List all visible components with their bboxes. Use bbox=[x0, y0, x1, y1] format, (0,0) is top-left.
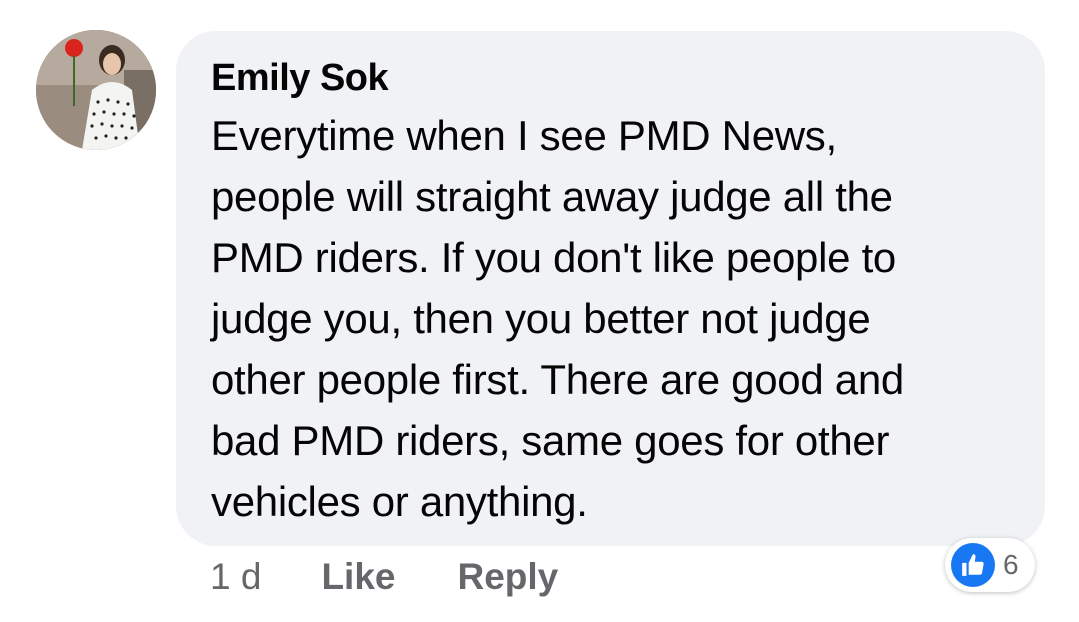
comment-text-line: Everytime when I see PMD News, bbox=[211, 112, 837, 159]
avatar[interactable] bbox=[36, 30, 156, 150]
comment-actions: 1 d Like Reply bbox=[210, 556, 558, 598]
comment-bubble: Emily Sok Everytime when I see PMD News,… bbox=[176, 31, 1045, 546]
reply-button[interactable]: Reply bbox=[457, 556, 558, 598]
comment-text-line: bad PMD riders, same goes for other bbox=[211, 417, 890, 464]
like-button[interactable]: Like bbox=[321, 556, 395, 598]
comment-text: Everytime when I see PMD News, people wi… bbox=[211, 105, 1025, 532]
comment-text-line: people will straight away judge all the bbox=[211, 173, 893, 220]
comment-text-line: PMD riders. If you don't like people to bbox=[211, 234, 896, 281]
reactions-summary[interactable]: 6 bbox=[945, 538, 1035, 592]
comment-text-line: other people first. There are good and bbox=[211, 356, 904, 403]
avatar-photo bbox=[36, 30, 156, 150]
comment-author[interactable]: Emily Sok bbox=[211, 55, 1025, 101]
comment-text-line: vehicles or anything. bbox=[211, 478, 588, 525]
comment-text-line: judge you, then you better not judge bbox=[211, 295, 871, 342]
comment-timestamp[interactable]: 1 d bbox=[210, 556, 261, 598]
thumbs-up-icon bbox=[951, 543, 995, 587]
reaction-count: 6 bbox=[1003, 549, 1019, 580]
